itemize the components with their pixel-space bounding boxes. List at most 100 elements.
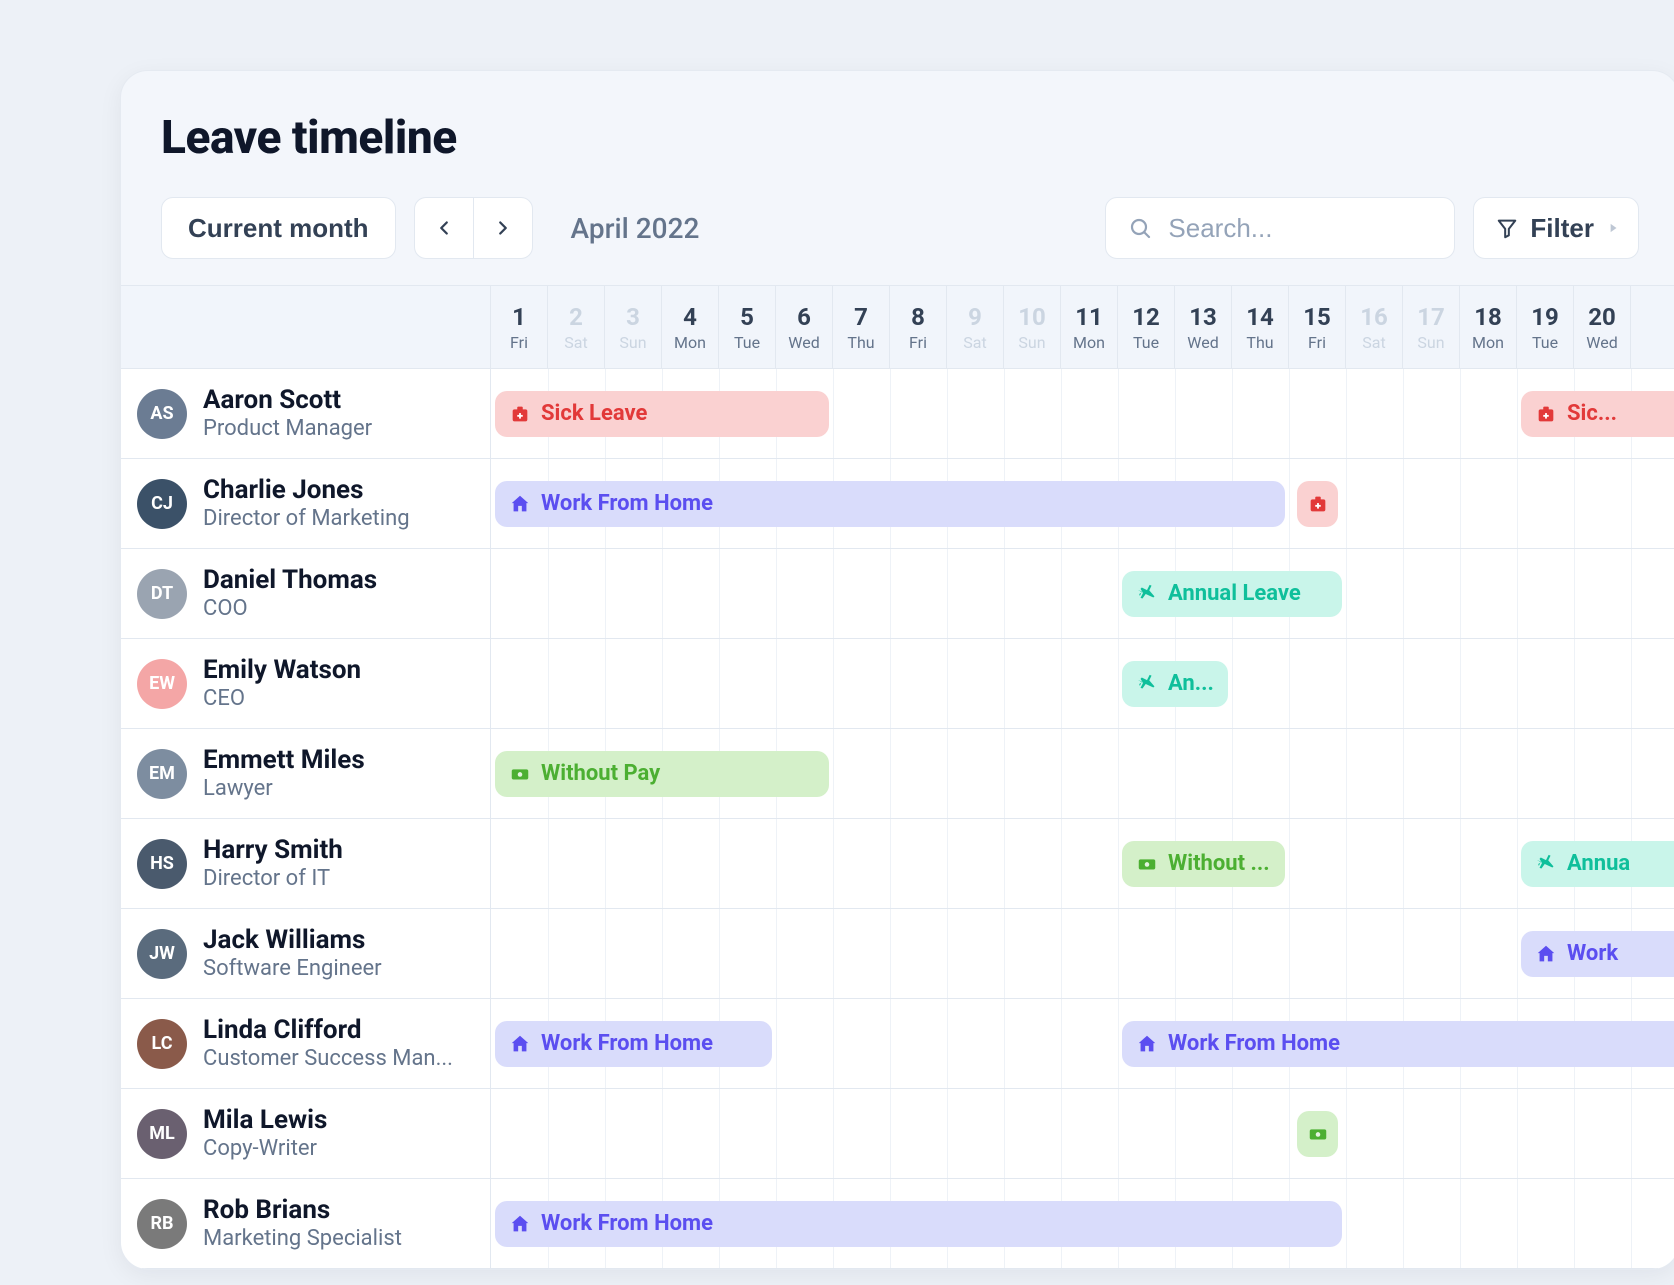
employee-role: COO bbox=[203, 596, 377, 621]
day-number: 5 bbox=[740, 303, 754, 331]
day-of-week: Tue bbox=[734, 333, 760, 352]
employee-row: EM Emmett Miles Lawyer Without Pay bbox=[121, 729, 1674, 819]
leave-bar-wfh[interactable]: Work From Home bbox=[1122, 1021, 1674, 1067]
day-of-week: Mon bbox=[1472, 333, 1504, 352]
day-of-week: Sun bbox=[619, 333, 646, 352]
day-header: 19Tue bbox=[1517, 286, 1574, 368]
avatar: HS bbox=[137, 839, 187, 889]
avatar: LC bbox=[137, 1019, 187, 1069]
leave-bar-nopay[interactable] bbox=[1297, 1111, 1338, 1157]
home-icon bbox=[509, 493, 531, 515]
day-of-week: Fri bbox=[909, 333, 927, 352]
leave-timeline-card: Leave timeline Current month April 2022 bbox=[120, 70, 1674, 1270]
leave-bar-annual[interactable]: Annual Leave bbox=[1122, 571, 1342, 617]
day-of-week: Tue bbox=[1133, 333, 1159, 352]
leave-label: Annual Leave bbox=[1168, 581, 1301, 606]
day-of-week: Wed bbox=[788, 333, 819, 352]
employee-cell[interactable]: DT Daniel Thomas COO bbox=[121, 549, 491, 638]
employee-cell[interactable]: LC Linda Clifford Customer Success Man..… bbox=[121, 999, 491, 1088]
leave-label: An... bbox=[1168, 671, 1214, 696]
next-month-button[interactable] bbox=[473, 197, 533, 259]
day-header: 2Sat bbox=[548, 286, 605, 368]
day-header: 12Tue bbox=[1118, 286, 1175, 368]
leave-bar-wfh[interactable]: Work From Home bbox=[495, 1201, 1342, 1247]
timeline-track: Without Pay bbox=[491, 729, 1674, 818]
day-number: 13 bbox=[1189, 303, 1217, 331]
leave-label: Work From Home bbox=[541, 491, 713, 516]
day-header: 14Thu bbox=[1232, 286, 1289, 368]
day-of-week: Sun bbox=[1417, 333, 1444, 352]
caret-right-icon bbox=[1606, 221, 1620, 235]
leave-bar-annual[interactable]: Annua bbox=[1521, 841, 1674, 887]
employee-row: CJ Charlie Jones Director of Marketing W… bbox=[121, 459, 1674, 549]
employee-row: RB Rob Brians Marketing Specialist Work … bbox=[121, 1179, 1674, 1269]
plane-icon bbox=[1136, 673, 1158, 695]
plane-icon bbox=[1535, 853, 1557, 875]
filter-icon bbox=[1496, 217, 1518, 239]
day-number: 6 bbox=[797, 303, 811, 331]
page-title: Leave timeline bbox=[121, 111, 1674, 197]
leave-bar-wfh[interactable]: Work From Home bbox=[495, 1021, 772, 1067]
day-header: 18Mon bbox=[1460, 286, 1517, 368]
day-of-week: Mon bbox=[674, 333, 706, 352]
search-box[interactable] bbox=[1105, 197, 1455, 259]
leave-label: Without Pay bbox=[541, 761, 660, 786]
leave-label: Work From Home bbox=[541, 1031, 713, 1056]
day-header: 15Fri bbox=[1289, 286, 1346, 368]
leave-label: Sic... bbox=[1567, 401, 1617, 426]
day-of-week: Fri bbox=[510, 333, 528, 352]
leave-bar-nopay[interactable]: Without ... bbox=[1122, 841, 1285, 887]
employee-cell[interactable]: AS Aaron Scott Product Manager bbox=[121, 369, 491, 458]
employee-cell[interactable]: EW Emily Watson CEO bbox=[121, 639, 491, 728]
leave-bar-wfh[interactable]: Work bbox=[1521, 931, 1674, 977]
employee-cell[interactable]: EM Emmett Miles Lawyer bbox=[121, 729, 491, 818]
leave-bar-sick[interactable]: Sic... bbox=[1521, 391, 1674, 437]
day-of-week: Sun bbox=[1018, 333, 1045, 352]
employee-row: DT Daniel Thomas COO Annual Leave bbox=[121, 549, 1674, 639]
employee-cell[interactable]: HS Harry Smith Director of IT bbox=[121, 819, 491, 908]
employee-cell[interactable]: ML Mila Lewis Copy-Writer bbox=[121, 1089, 491, 1178]
leave-bar-sick[interactable] bbox=[1297, 481, 1338, 527]
filter-button[interactable]: Filter bbox=[1473, 197, 1639, 259]
prev-month-button[interactable] bbox=[414, 197, 473, 259]
current-month-label: Current month bbox=[188, 213, 369, 244]
day-header: 16Sat bbox=[1346, 286, 1403, 368]
month-nav bbox=[414, 197, 533, 259]
home-icon bbox=[1136, 1033, 1158, 1055]
leave-label: Without ... bbox=[1168, 851, 1270, 876]
day-header: 20Wed bbox=[1574, 286, 1631, 368]
leave-bar-annual[interactable]: An... bbox=[1122, 661, 1228, 707]
employee-name: Mila Lewis bbox=[203, 1106, 327, 1136]
day-header: 10 Sun bbox=[1004, 286, 1061, 368]
employee-row: LC Linda Clifford Customer Success Man..… bbox=[121, 999, 1674, 1089]
day-number: 10 bbox=[1018, 303, 1046, 331]
leave-bar-sick[interactable]: Sick Leave bbox=[495, 391, 829, 437]
employee-cell[interactable]: JW Jack Williams Software Engineer bbox=[121, 909, 491, 998]
medkit-icon bbox=[1307, 493, 1329, 515]
day-header: 1Fri bbox=[491, 286, 548, 368]
chevron-left-icon bbox=[433, 217, 455, 239]
month-label: April 2022 bbox=[571, 212, 700, 245]
day-number: 15 bbox=[1303, 303, 1331, 331]
employee-role: Director of Marketing bbox=[203, 506, 410, 531]
timeline-track: An... bbox=[491, 639, 1674, 728]
leave-bar-nopay[interactable]: Without Pay bbox=[495, 751, 829, 797]
employee-cell[interactable]: RB Rob Brians Marketing Specialist bbox=[121, 1179, 491, 1268]
employee-cell[interactable]: CJ Charlie Jones Director of Marketing bbox=[121, 459, 491, 548]
day-number: 8 bbox=[911, 303, 925, 331]
home-icon bbox=[1535, 943, 1557, 965]
employee-name: Linda Clifford bbox=[203, 1016, 453, 1046]
leave-bar-wfh[interactable]: Work From Home bbox=[495, 481, 1285, 527]
current-month-button[interactable]: Current month bbox=[161, 197, 396, 259]
day-number: 7 bbox=[854, 303, 868, 331]
cash-icon bbox=[1307, 1123, 1329, 1145]
day-of-week: Tue bbox=[1532, 333, 1558, 352]
employee-row: JW Jack Williams Software Engineer Work bbox=[121, 909, 1674, 999]
employee-name: Aaron Scott bbox=[203, 386, 372, 416]
medkit-icon bbox=[509, 403, 531, 425]
timeline-track: Work From Home Work From Home bbox=[491, 999, 1674, 1088]
search-input[interactable] bbox=[1166, 212, 1432, 245]
employee-row: ML Mila Lewis Copy-Writer bbox=[121, 1089, 1674, 1179]
header-name-col bbox=[121, 286, 491, 368]
timeline-grid: 1Fri2Sat3Sun4Mon5Tue6Wed7Thu8Fri9Sat10Su… bbox=[121, 285, 1674, 1269]
